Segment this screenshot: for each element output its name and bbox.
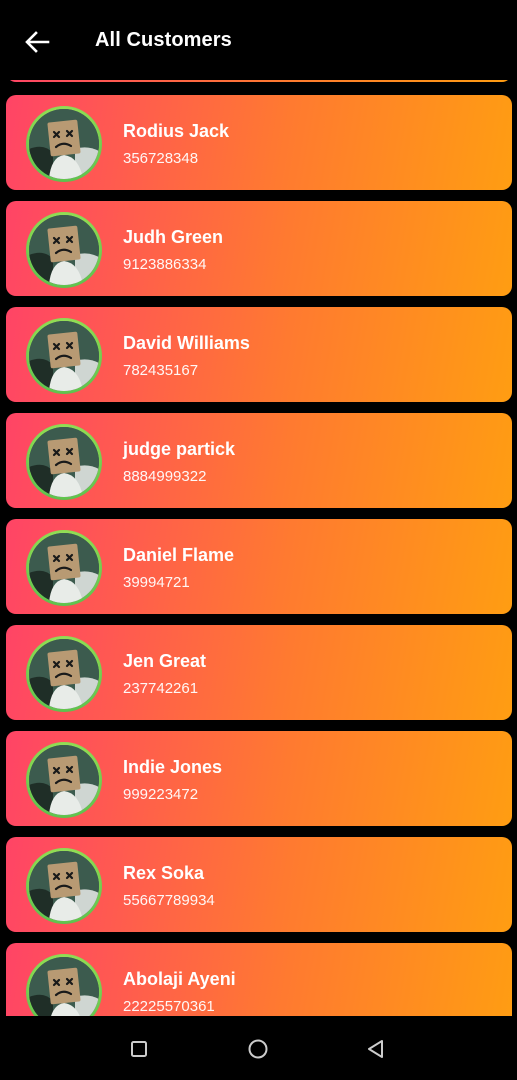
avatar bbox=[26, 954, 102, 1016]
customer-name: Rex Soka bbox=[123, 863, 205, 883]
customer-card[interactable]: Judh Green 9123886334 bbox=[6, 201, 512, 296]
customer-card[interactable]: Indie Jones 999223472 bbox=[6, 731, 512, 826]
avatar-image bbox=[29, 851, 99, 921]
customer-card[interactable]: judge partick 8884999322 bbox=[6, 413, 512, 508]
customer-name: Judh Green bbox=[123, 227, 224, 247]
arrow-left-icon bbox=[25, 31, 50, 53]
customer-phone: 999223472 bbox=[123, 786, 199, 803]
customer-card[interactable]: Rex Soka 55667789934 bbox=[6, 837, 512, 932]
triangle-back-icon bbox=[368, 1040, 383, 1058]
square-icon bbox=[131, 1041, 147, 1057]
customer-phone: 8884999322 bbox=[123, 468, 207, 485]
avatar-image bbox=[29, 957, 99, 1016]
circle-icon bbox=[248, 1039, 268, 1059]
avatar bbox=[26, 212, 102, 288]
home-button[interactable] bbox=[241, 1032, 275, 1066]
customer-card[interactable]: Daniel Flame 39994721 bbox=[6, 519, 512, 614]
customer-phone: 782435167 bbox=[123, 362, 199, 379]
avatar-image bbox=[29, 321, 99, 391]
customer-card[interactable]: Abolaji Ayeni 22225570361 bbox=[6, 943, 512, 1016]
avatar-image bbox=[29, 745, 99, 815]
avatar-image bbox=[29, 109, 99, 179]
avatar bbox=[26, 742, 102, 818]
customer-name: Daniel Flame bbox=[123, 545, 235, 565]
avatar bbox=[26, 848, 102, 924]
customer-card[interactable]: David Williams 782435167 bbox=[6, 307, 512, 402]
avatar-image bbox=[29, 639, 99, 709]
avatar bbox=[26, 530, 102, 606]
avatar bbox=[26, 424, 102, 500]
customer-phone: 9123886334 bbox=[123, 256, 207, 273]
recents-button[interactable] bbox=[122, 1032, 156, 1066]
customer-card[interactable]: Jen Great 237742261 bbox=[6, 625, 512, 720]
customer-phone: 356728348 bbox=[123, 150, 199, 167]
customer-list[interactable]: Rodius Jack 356728348 Judh Green 9123886… bbox=[0, 80, 517, 1016]
customer-name: Indie Jones bbox=[123, 757, 223, 777]
system-back-button[interactable] bbox=[359, 1032, 393, 1066]
avatar-image bbox=[29, 533, 99, 603]
customer-card-partial[interactable] bbox=[6, 80, 512, 82]
customer-phone: 22225570361 bbox=[123, 998, 215, 1015]
customer-card[interactable]: Rodius Jack 356728348 bbox=[6, 95, 512, 190]
app-bar: All Customers bbox=[0, 0, 517, 80]
avatar bbox=[26, 106, 102, 182]
customer-name: David Williams bbox=[123, 333, 250, 353]
customer-name: judge partick bbox=[123, 439, 236, 459]
avatar bbox=[26, 318, 102, 394]
avatar-image bbox=[29, 427, 99, 497]
back-button[interactable] bbox=[20, 26, 54, 58]
customer-phone: 237742261 bbox=[123, 680, 199, 697]
customer-phone: 55667789934 bbox=[123, 892, 215, 909]
customer-phone: 39994721 bbox=[123, 574, 190, 591]
customer-name: Jen Great bbox=[123, 651, 207, 671]
customer-name: Rodius Jack bbox=[123, 121, 230, 141]
avatar bbox=[26, 636, 102, 712]
customer-name: Abolaji Ayeni bbox=[123, 969, 236, 989]
avatar-image bbox=[29, 215, 99, 285]
page-title: All Customers bbox=[95, 29, 232, 51]
system-navigation-bar bbox=[0, 1016, 517, 1080]
